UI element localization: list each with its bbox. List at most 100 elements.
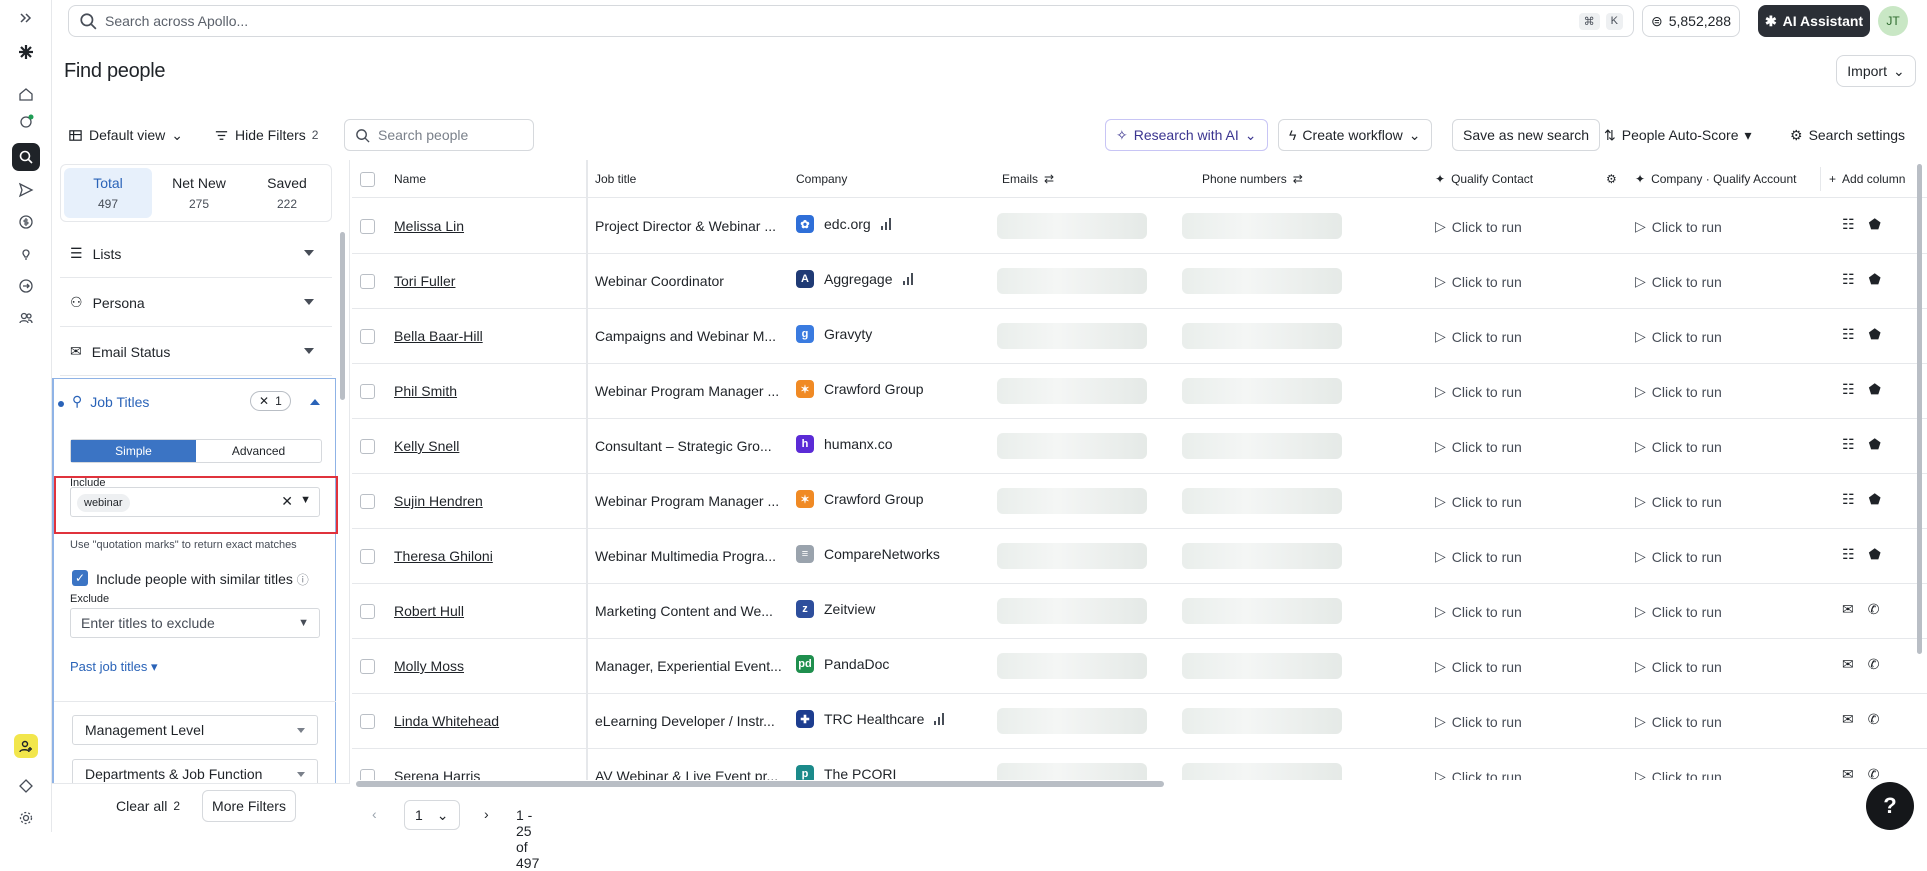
- table-row[interactable]: Melissa Lin Project Director & Webinar ..…: [352, 199, 1927, 254]
- table-row[interactable]: Kelly Snell Consultant – Strategic Gro...…: [352, 419, 1927, 474]
- add-to-sequence-icon[interactable]: ☷: [1842, 326, 1855, 343]
- plays-icon[interactable]: [14, 110, 38, 134]
- qualify-contact-run-button[interactable]: ▷ Click to run: [1435, 768, 1522, 780]
- person-name-link[interactable]: Kelly Snell: [394, 438, 459, 454]
- qualify-contact-run-button[interactable]: ▷ Click to run: [1435, 713, 1522, 730]
- person-name-link[interactable]: Robert Hull: [394, 603, 464, 619]
- avatar[interactable]: JT: [1878, 6, 1908, 36]
- add-column-button[interactable]: + Add column: [1820, 167, 1905, 191]
- similar-titles-checkbox[interactable]: ✓: [72, 570, 88, 586]
- qualify-account-run-button[interactable]: ▷ Click to run: [1635, 273, 1722, 290]
- simple-mode-button[interactable]: Simple: [71, 440, 196, 462]
- phone-icon[interactable]: ✆: [1868, 601, 1880, 618]
- company-cell[interactable]: g Gravyty: [796, 325, 872, 343]
- col-emails[interactable]: Emails ⇄: [1002, 172, 1054, 186]
- verified-email-icon[interactable]: ✉: [1842, 601, 1854, 618]
- qualify-contact-run-button[interactable]: ▷ Click to run: [1435, 438, 1522, 455]
- phone-blurred[interactable]: [1182, 708, 1342, 734]
- person-name-link[interactable]: Phil Smith: [394, 383, 457, 399]
- phone-blurred[interactable]: [1182, 598, 1342, 624]
- company-cell[interactable]: A Aggregage: [796, 270, 913, 288]
- global-search-input[interactable]: Search across Apollo... ⌘ K: [68, 5, 1634, 37]
- email-blurred[interactable]: [997, 323, 1147, 349]
- add-to-sequence-icon[interactable]: ☷: [1842, 436, 1855, 453]
- phone-blurred[interactable]: [1182, 433, 1342, 459]
- table-row[interactable]: Theresa Ghiloni Webinar Multimedia Progra…: [352, 529, 1927, 584]
- management-level-filter[interactable]: Management Level: [72, 715, 318, 745]
- row-checkbox[interactable]: [360, 274, 375, 289]
- phone-blurred[interactable]: [1182, 378, 1342, 404]
- row-checkbox[interactable]: [360, 329, 375, 344]
- email-blurred[interactable]: [997, 488, 1147, 514]
- table-row[interactable]: Tori Fuller Webinar Coordinator A Aggregage…: [352, 254, 1927, 309]
- person-name-link[interactable]: Molly Moss: [394, 658, 464, 674]
- bulb-icon[interactable]: [14, 242, 38, 266]
- past-job-titles-link[interactable]: Past job titles ▾: [70, 659, 157, 675]
- reveal-icon[interactable]: ⇄: [1293, 172, 1303, 186]
- expand-icon[interactable]: [14, 6, 38, 30]
- shield-icon[interactable]: ⬟: [1869, 381, 1881, 398]
- send-icon[interactable]: [14, 178, 38, 202]
- email-blurred[interactable]: [997, 378, 1147, 404]
- qualify-account-run-button[interactable]: ▷ Click to run: [1635, 218, 1722, 235]
- phone-blurred[interactable]: [1182, 268, 1342, 294]
- add-to-sequence-icon[interactable]: ☷: [1842, 381, 1855, 398]
- include-chip[interactable]: webinar: [77, 494, 130, 512]
- vertical-scrollbar[interactable]: [1917, 164, 1922, 654]
- next-page-icon[interactable]: ›: [484, 806, 489, 822]
- shield-icon[interactable]: ⬟: [1869, 216, 1881, 233]
- phone-blurred[interactable]: [1182, 488, 1342, 514]
- caret-down-icon[interactable]: ▼: [300, 494, 311, 506]
- table-row[interactable]: Phil Smith Webinar Program Manager ... ✶ Cr…: [352, 364, 1927, 419]
- phone-blurred[interactable]: [1182, 763, 1342, 780]
- default-view-dropdown[interactable]: Default view ⌄: [68, 118, 183, 152]
- add-to-sequence-icon[interactable]: ☷: [1842, 491, 1855, 508]
- person-name-link[interactable]: Sujin Hendren: [394, 493, 483, 509]
- verified-email-icon[interactable]: ✉: [1842, 656, 1854, 673]
- auto-score-dropdown[interactable]: ⇅ People Auto-Score ▾: [1604, 118, 1752, 152]
- add-to-sequence-icon[interactable]: ☷: [1842, 216, 1855, 233]
- shield-icon[interactable]: ⬟: [1869, 436, 1881, 453]
- person-name-link[interactable]: Melissa Lin: [394, 218, 464, 234]
- include-titles-input[interactable]: webinar ✕ ▼: [70, 487, 320, 517]
- qualify-contact-run-button[interactable]: ▷ Click to run: [1435, 603, 1522, 620]
- hide-filters-button[interactable]: Hide Filters 2: [214, 118, 318, 152]
- settings-gear-icon[interactable]: [14, 806, 38, 830]
- row-checkbox[interactable]: [360, 494, 375, 509]
- qualify-account-run-button[interactable]: ▷ Click to run: [1635, 603, 1722, 620]
- create-workflow-button[interactable]: ϟ Create workflow ⌄: [1278, 119, 1432, 151]
- company-cell[interactable]: h humanx.co: [796, 435, 892, 453]
- filter-persona[interactable]: ⚇ Persona: [60, 279, 332, 327]
- phone-icon[interactable]: ✆: [1868, 766, 1880, 780]
- row-checkbox[interactable]: [360, 659, 375, 674]
- qualify-contact-run-button[interactable]: ▷ Click to run: [1435, 218, 1522, 235]
- col-company[interactable]: Company: [796, 172, 847, 186]
- qualify-account-run-button[interactable]: ▷ Click to run: [1635, 713, 1722, 730]
- filter-email-status[interactable]: ✉ Email Status: [60, 328, 332, 376]
- table-row[interactable]: Bella Baar-Hill Campaigns and Webinar M..…: [352, 309, 1927, 364]
- clear-all-button[interactable]: Clear all 2: [116, 798, 180, 814]
- col-qualify-contact[interactable]: ✦ Qualify Contact: [1435, 172, 1533, 186]
- qualify-account-run-button[interactable]: ▷ Click to run: [1635, 438, 1722, 455]
- save-search-button[interactable]: Save as new search: [1452, 119, 1601, 151]
- phone-blurred[interactable]: [1182, 213, 1342, 239]
- prev-page-icon[interactable]: ‹: [372, 806, 377, 822]
- verified-email-icon[interactable]: ✉: [1842, 766, 1854, 780]
- add-to-sequence-icon[interactable]: ☷: [1842, 271, 1855, 288]
- col-qualify-account[interactable]: ✦ Company · Qualify Account: [1635, 172, 1796, 186]
- qualify-account-run-button[interactable]: ▷ Click to run: [1635, 328, 1722, 345]
- row-checkbox[interactable]: [360, 604, 375, 619]
- email-blurred[interactable]: [997, 268, 1147, 294]
- qualify-contact-run-button[interactable]: ▷ Click to run: [1435, 383, 1522, 400]
- home-icon[interactable]: [14, 82, 38, 106]
- job-titles-count-badge[interactable]: ✕ 1: [250, 391, 291, 411]
- qualify-account-run-button[interactable]: ▷ Click to run: [1635, 768, 1722, 780]
- row-checkbox[interactable]: [360, 219, 375, 234]
- search-people-input[interactable]: Search people: [344, 119, 534, 151]
- reveal-icon[interactable]: ⇄: [1044, 172, 1054, 186]
- shield-icon[interactable]: ⬟: [1869, 271, 1881, 288]
- row-checkbox[interactable]: [360, 549, 375, 564]
- table-row[interactable]: Linda Whitehead eLearning Developer / Ins…: [352, 694, 1927, 749]
- qualify-contact-run-button[interactable]: ▷ Click to run: [1435, 493, 1522, 510]
- qualify-contact-run-button[interactable]: ▷ Click to run: [1435, 273, 1522, 290]
